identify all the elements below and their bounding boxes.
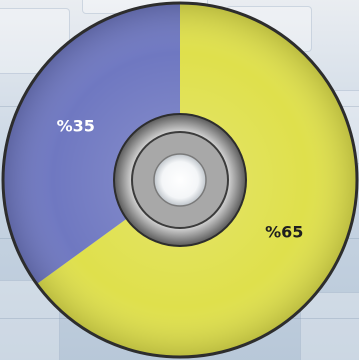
pie-slice-label-1: %35 bbox=[57, 116, 95, 135]
pie-slice-label-0: %65 bbox=[265, 223, 303, 242]
hub-hole bbox=[153, 153, 207, 207]
disc-pie-chart: %65 %35 bbox=[1, 1, 359, 359]
disc-hub bbox=[113, 113, 247, 247]
chart-stage: %65 %35 bbox=[0, 0, 359, 360]
